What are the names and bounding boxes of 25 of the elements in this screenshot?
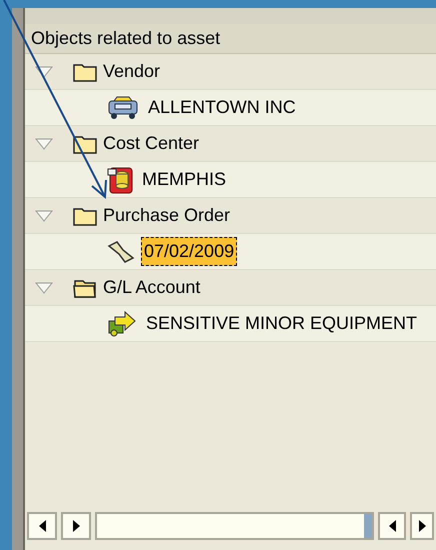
left-arrow-icon xyxy=(38,520,46,532)
right-arrow-icon xyxy=(418,520,426,532)
folder-icon xyxy=(73,62,97,82)
open-folder-icon xyxy=(73,278,97,298)
truck-icon xyxy=(107,96,139,120)
tree-node[interactable]: MEMPHIS xyxy=(139,165,230,194)
scroll-icon xyxy=(107,240,135,264)
scroll-left-button[interactable] xyxy=(378,512,406,540)
panel-header: Objects related to asset xyxy=(25,24,436,54)
left-arrow-icon xyxy=(388,520,396,532)
folder-icon xyxy=(73,134,97,154)
tree-node[interactable]: Purchase Order xyxy=(103,202,230,229)
scroll-right-button[interactable] xyxy=(61,512,91,540)
scroll-thumb[interactable] xyxy=(364,514,372,538)
arrow-icon xyxy=(107,310,137,336)
tree-node[interactable]: G/L Account xyxy=(103,274,200,301)
tree-node[interactable]: 07/02/2009 xyxy=(141,237,238,266)
horizontal-scrollbar[interactable] xyxy=(25,510,436,542)
scroll-right-button[interactable] xyxy=(410,512,434,540)
scroll-left-button[interactable] xyxy=(27,512,57,540)
folder-icon xyxy=(73,206,97,226)
tree-node[interactable]: Cost Center xyxy=(103,130,200,157)
coin-stack-icon xyxy=(107,166,133,194)
right-arrow-icon xyxy=(72,520,80,532)
tree-node[interactable]: Vendor xyxy=(103,58,160,85)
